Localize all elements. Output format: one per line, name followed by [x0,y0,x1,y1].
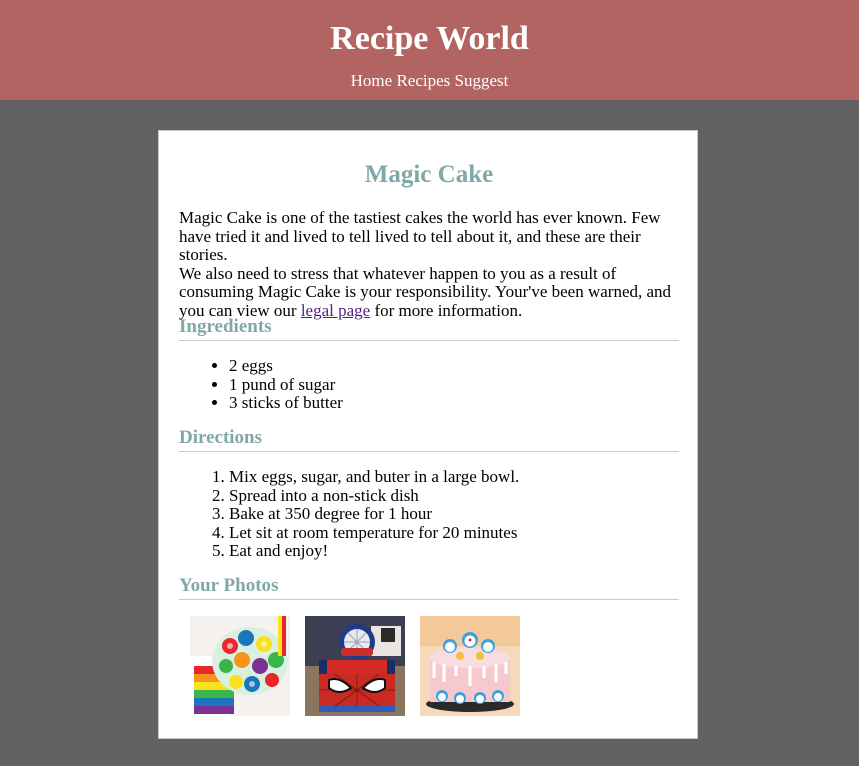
spiderman-cake-photo[interactable] [305,616,405,716]
photos-heading: Your Photos [179,575,679,600]
direction-step: Let sit at room temperature for 20 minut… [229,523,679,543]
ingredients-heading: Ingredients [179,316,679,341]
ingredient-item: 1 pund of sugar [229,375,679,395]
nav-recipes-link[interactable]: Recipes [396,71,450,90]
main-nav: Home Recipes Suggest [0,71,859,91]
recipe-title: Magic Cake [364,161,494,188]
photo-gallery [190,616,670,716]
direction-step: Spread into a non-stick dish [229,486,679,506]
direction-step: Eat and enjoy! [229,541,679,561]
ingredient-item: 3 sticks of butter [229,393,679,413]
recipe-intro: Magic Cake is one of the tastiest cakes … [179,208,679,321]
recipe-card: Magic Cake Magic Cake is one of the tast… [158,130,698,739]
ingredient-item: 2 eggs [229,356,679,376]
nav-home-link[interactable]: Home [351,71,393,90]
directions-heading: Directions [179,427,679,452]
rainbow-cake-photo[interactable] [190,616,290,716]
direction-step: Bake at 350 degree for 1 hour [229,504,679,524]
intro-text-1: Magic Cake is one of the tastiest cakes … [179,208,661,265]
ingredients-list: 2 eggs 1 pund of sugar 3 sticks of butte… [229,356,679,413]
site-title: Recipe World [330,20,529,57]
doraemon-cake-photo[interactable] [420,616,520,716]
directions-list: Mix eggs, sugar, and buter in a large bo… [229,467,679,561]
nav-suggest-link[interactable]: Suggest [455,71,509,90]
direction-step: Mix eggs, sugar, and buter in a large bo… [229,467,679,487]
site-header: Recipe World Home Recipes Suggest [0,0,859,100]
